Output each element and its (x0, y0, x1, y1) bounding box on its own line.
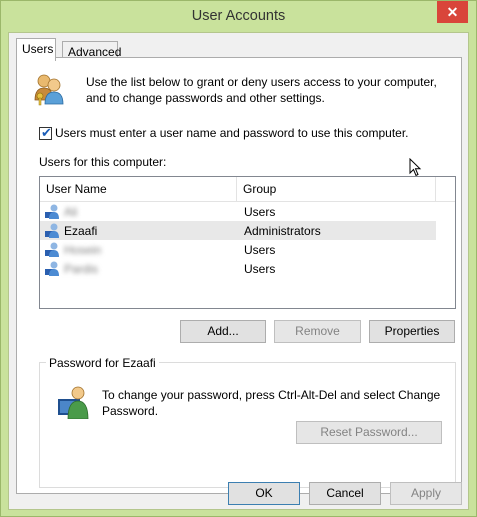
user-group: Users (244, 262, 276, 276)
dialog-client-area: Users Advanced Use the list below to gra… (8, 32, 469, 510)
column-header-user-name[interactable]: User Name (40, 177, 237, 201)
user-password-icon (56, 383, 92, 420)
tab-users[interactable]: Users (16, 38, 56, 61)
users-list[interactable]: User Name Group Ali Users Ezaafi Adminis… (39, 176, 456, 309)
require-password-label[interactable]: Users must enter a user name and passwor… (55, 125, 409, 141)
users-tab-panel: Use the list below to grant or deny user… (16, 57, 462, 494)
user-icon (45, 223, 59, 238)
title-bar[interactable]: User Accounts ✕ (1, 1, 476, 33)
reset-password-button[interactable]: Reset Password... (296, 421, 442, 444)
user-icon (45, 204, 59, 219)
intro-text: Use the list below to grant or deny user… (86, 75, 437, 105)
user-group: Users (244, 205, 276, 219)
user-icon (45, 242, 59, 257)
list-item[interactable]: Pardis Users (40, 259, 436, 278)
user-icon (45, 261, 59, 276)
checkmark-icon: ✔ (41, 125, 52, 140)
list-header: User Name Group (40, 177, 455, 202)
user-name: Pardis (64, 262, 99, 276)
password-instructions: To change your password, press Ctrl-Alt-… (102, 388, 441, 418)
remove-user-button[interactable]: Remove (274, 320, 361, 343)
apply-button[interactable]: Apply (390, 482, 462, 505)
ok-button[interactable]: OK (228, 482, 300, 505)
cancel-button[interactable]: Cancel (309, 482, 381, 505)
column-header-group[interactable]: Group (237, 177, 436, 201)
user-name: Hosein (64, 243, 102, 257)
users-list-label: Users for this computer: (39, 155, 167, 169)
password-group: Password for Ezaafi To change your passw… (39, 355, 456, 488)
require-password-checkbox[interactable]: ✔ (39, 125, 52, 140)
password-group-title: Password for Ezaafi (46, 355, 159, 371)
close-button[interactable]: ✕ (437, 1, 468, 23)
list-item[interactable]: Hosein Users (40, 240, 436, 259)
user-group: Administrators (244, 224, 321, 238)
mouse-cursor-icon (409, 157, 423, 181)
users-group-icon (32, 72, 66, 106)
list-item[interactable]: Ali Users (40, 202, 436, 221)
add-user-button[interactable]: Add... (180, 320, 266, 343)
window-title: User Accounts (191, 8, 286, 24)
user-accounts-window: User Accounts ✕ Users Advanced Use the l… (0, 0, 477, 517)
user-name: Ali (64, 205, 78, 219)
user-group: Users (244, 243, 276, 257)
properties-button[interactable]: Properties (369, 320, 455, 343)
list-item[interactable]: Ezaafi Administrators (40, 221, 436, 240)
user-name: Ezaafi (64, 224, 98, 238)
